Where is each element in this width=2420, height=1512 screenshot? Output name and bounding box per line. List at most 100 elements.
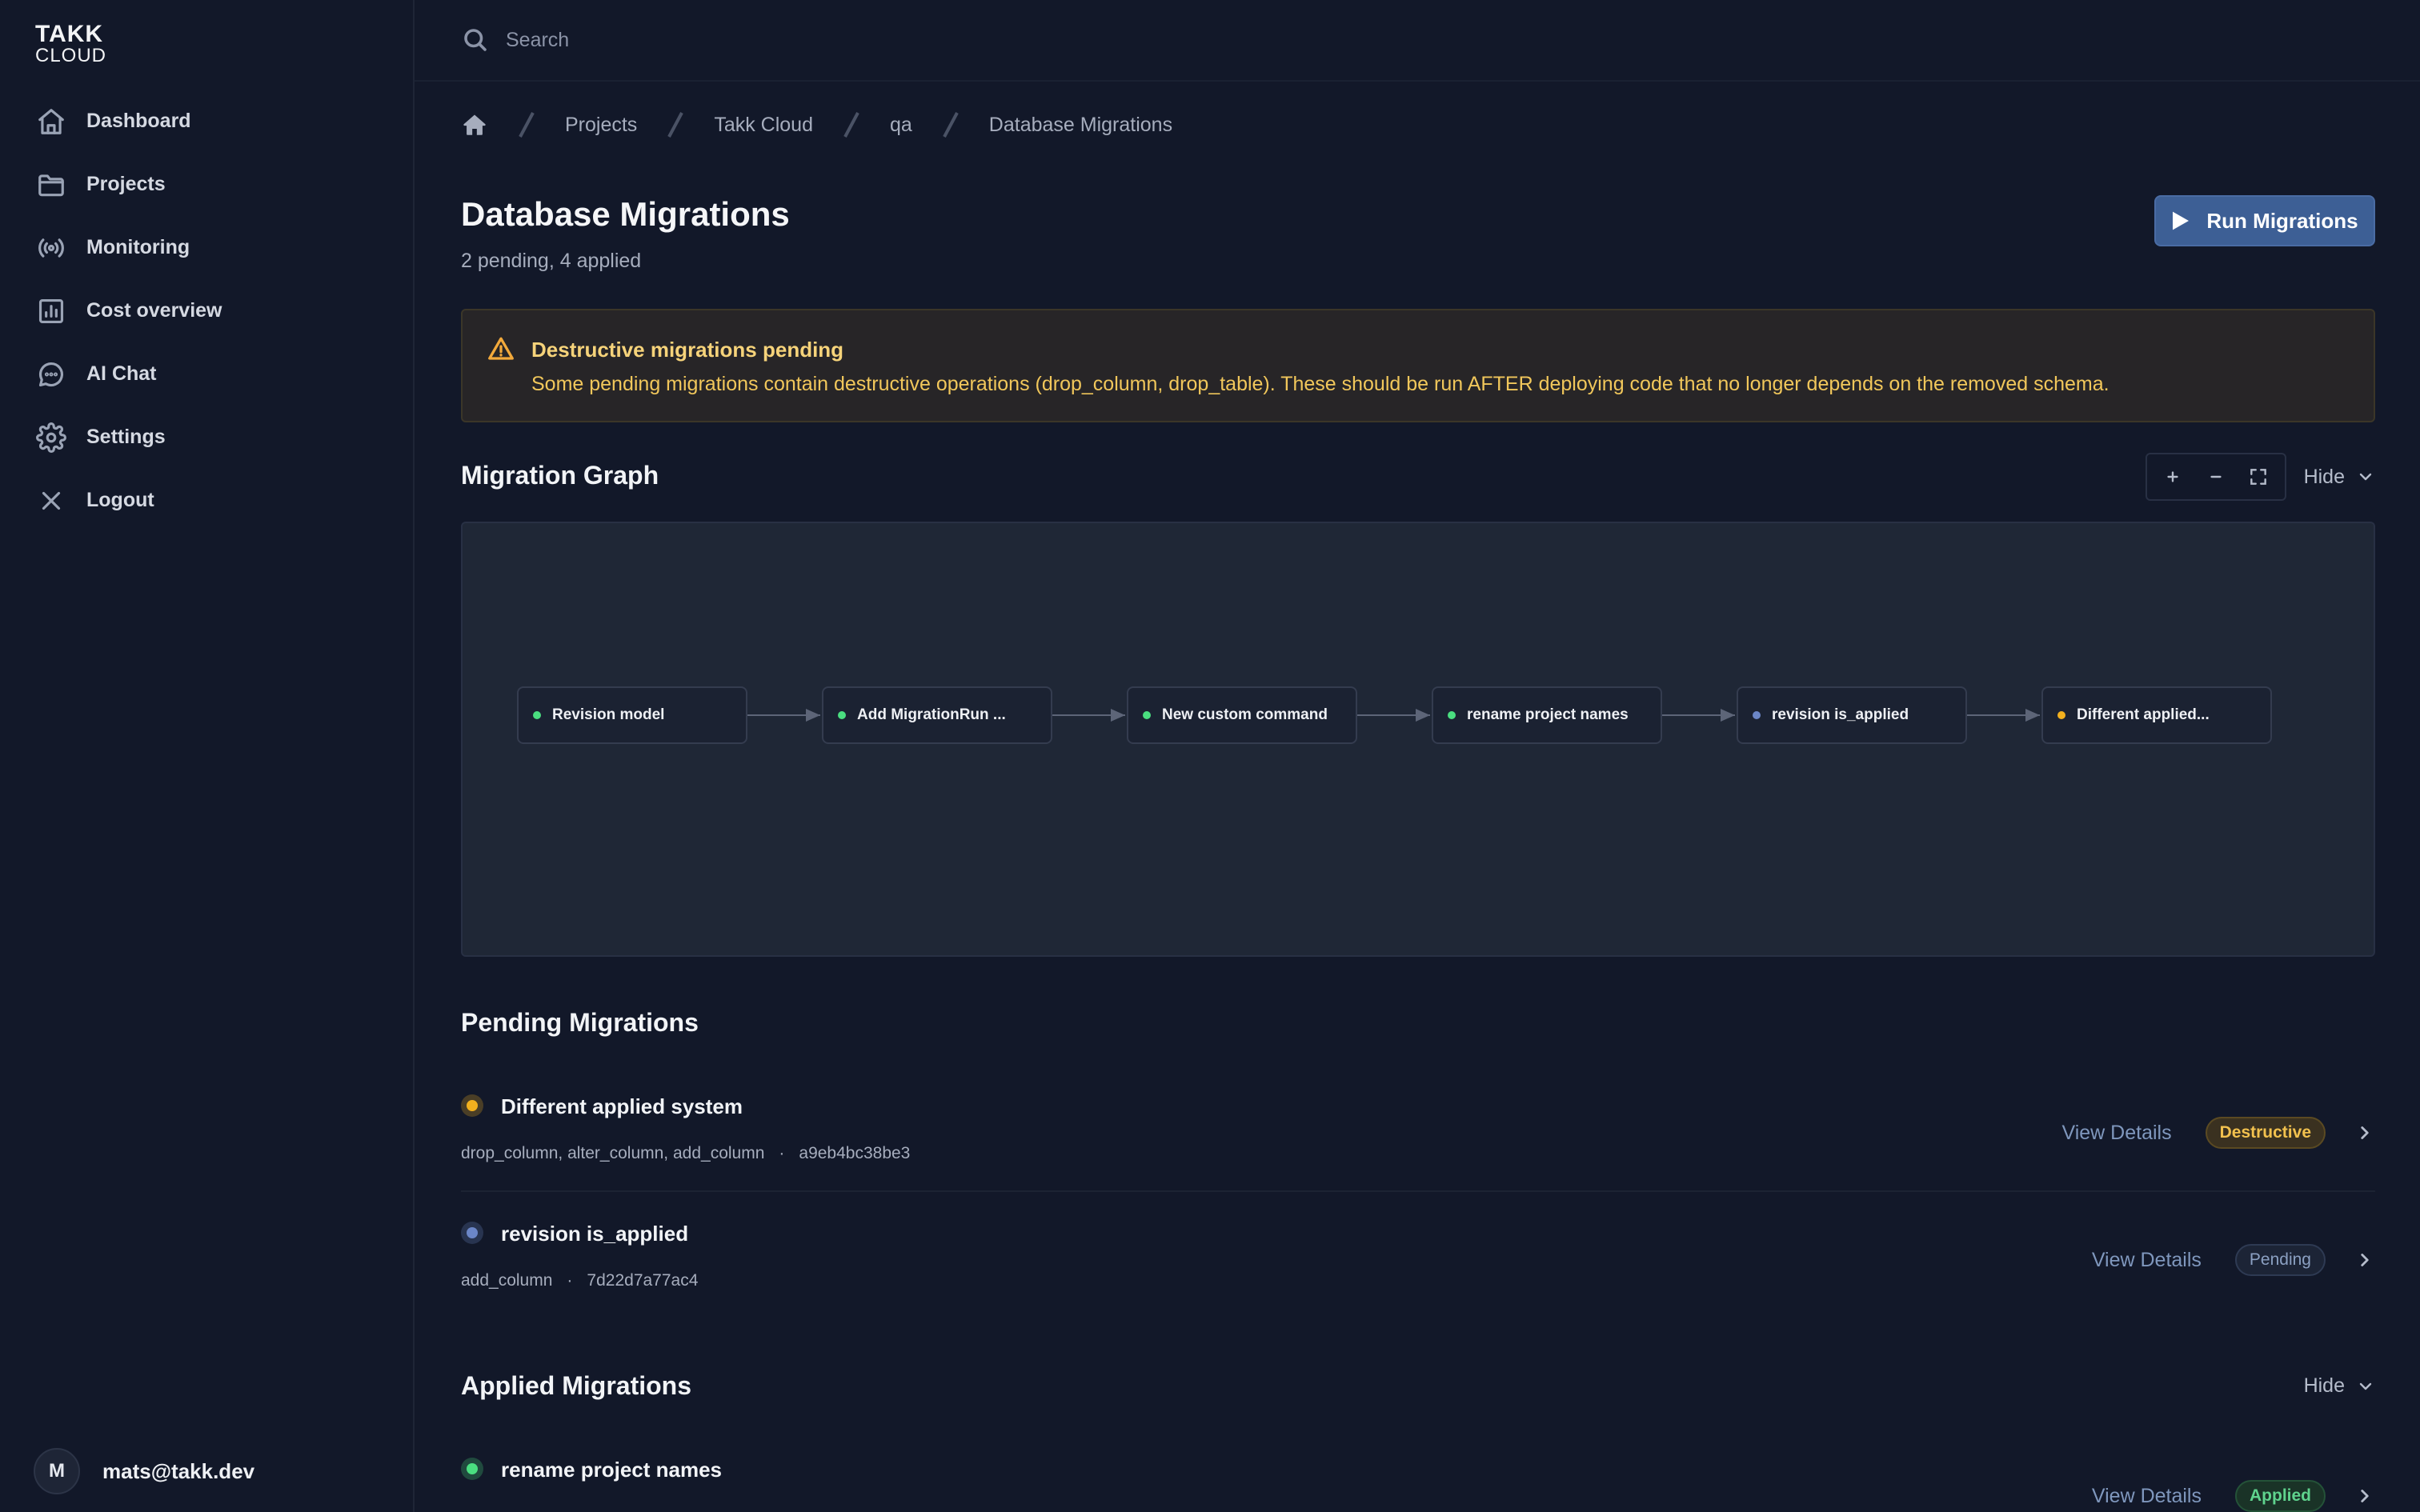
sidebar-item-label: Dashboard [86, 110, 191, 132]
applied-migrations-title: Applied Migrations [461, 1371, 691, 1400]
meta-separator: · [567, 1271, 573, 1290]
view-details-link[interactable]: View Details [2062, 1122, 2172, 1145]
chevron-down-icon [2356, 467, 2375, 486]
chevron-down-icon [2356, 1377, 2375, 1396]
row-actions: View Details Destructive [2062, 1117, 2376, 1149]
migration-operations: drop_column, alter_column, add_column [461, 1144, 765, 1162]
sidebar-item-label: Cost overview [86, 299, 222, 322]
sidebar-item-settings[interactable]: Settings [0, 406, 413, 469]
fullscreen-icon [2250, 469, 2266, 485]
page-title: Database Migrations [461, 195, 790, 233]
applied-hide-toggle[interactable]: Hide [2304, 1374, 2375, 1398]
sidebar-item-label: Monitoring [86, 236, 190, 258]
chat-icon [35, 358, 67, 390]
chevron-right-icon[interactable] [2354, 1250, 2375, 1270]
sidebar-item-label: Logout [86, 489, 154, 511]
sidebar: TAKK CLOUD Dashboard Projects Monitoring… [0, 0, 415, 1512]
run-migrations-button[interactable]: Run Migrations [2154, 195, 2375, 246]
breadcrumb-separator [843, 111, 859, 138]
logo-line-1: TAKK [35, 21, 104, 47]
destructive-status-dot [2057, 711, 2065, 719]
meta-separator: · [779, 1144, 785, 1162]
pending-migrations-title: Pending Migrations [461, 1008, 699, 1037]
list-item[interactable]: rename project names View Details Applie… [461, 1454, 2375, 1512]
graph-node-label: Different applied... [2077, 706, 2210, 723]
graph-controls: Hide [2145, 453, 2375, 501]
view-details-link[interactable]: View Details [2092, 1485, 2202, 1508]
destructive-status-dot [461, 1094, 483, 1117]
breadcrumb-separator [667, 111, 684, 138]
graph-node-label: New custom command [1162, 706, 1328, 723]
sidebar-item-dashboard[interactable]: Dashboard [0, 90, 413, 153]
graph-node[interactable]: revision is_applied [1737, 686, 1967, 744]
chevron-right-icon[interactable] [2354, 1486, 2375, 1506]
graph-node[interactable]: Revision model [517, 686, 747, 744]
sidebar-item-label: AI Chat [86, 362, 157, 385]
graph-node-label: revision is_applied [1772, 706, 1909, 723]
breadcrumb-takk-cloud[interactable]: Takk Cloud [714, 114, 813, 137]
hide-label: Hide [2303, 1374, 2345, 1397]
close-icon [35, 485, 67, 517]
minus-icon [2210, 475, 2222, 478]
applied-status-dot [461, 1458, 483, 1480]
sidebar-item-label: Settings [86, 426, 166, 448]
destructive-warning-banner: Destructive migrations pending Some pend… [461, 309, 2375, 422]
hide-label: Hide [2303, 465, 2345, 488]
zoom-controls [2145, 453, 2286, 501]
sidebar-item-monitoring[interactable]: Monitoring [0, 216, 413, 279]
chevron-right-icon[interactable] [2354, 1122, 2375, 1143]
gear-icon [35, 422, 67, 454]
user-email: mats@takk.dev [102, 1458, 255, 1483]
graph-node[interactable]: rename project names [1432, 686, 1662, 744]
graph-node-label: Revision model [552, 706, 665, 723]
breadcrumb-projects[interactable]: Projects [565, 114, 637, 137]
status-badge: Applied [2235, 1480, 2326, 1512]
user-menu[interactable]: M mats@takk.dev [34, 1448, 254, 1494]
migration-name: revision is_applied [501, 1222, 689, 1246]
migration-meta: add_column · 7d22d7a77ac4 [461, 1271, 698, 1290]
sidebar-item-logout[interactable]: Logout [0, 469, 413, 532]
status-badge: Destructive [2205, 1117, 2326, 1149]
sidebar-item-cost-overview[interactable]: Cost overview [0, 279, 413, 342]
takk-cloud-logo[interactable]: TAKK CLOUD [35, 22, 106, 66]
pending-status-dot [461, 1222, 483, 1244]
migration-graph-title: Migration Graph [461, 461, 659, 490]
list-item[interactable]: revision is_applied add_column · 7d22d7a… [461, 1218, 2375, 1314]
fit-view-button[interactable] [2242, 460, 2275, 494]
migration-operations: add_column [461, 1271, 553, 1290]
sidebar-item-projects[interactable]: Projects [0, 153, 413, 216]
sidebar-item-label: Projects [86, 173, 166, 195]
graph-hide-toggle[interactable]: Hide [2304, 466, 2375, 489]
zoom-out-button[interactable] [2199, 460, 2233, 494]
warning-text: Some pending migrations contain destruct… [531, 373, 2109, 395]
graph-node[interactable]: Add MigrationRun ... [822, 686, 1052, 744]
applied-status-dot [1448, 711, 1456, 719]
row-actions: View Details Pending [2092, 1244, 2375, 1276]
zoom-in-button[interactable] [2156, 460, 2190, 494]
home-icon[interactable] [461, 111, 488, 138]
sidebar-nav: Dashboard Projects Monitoring Cost overv… [0, 90, 413, 532]
search-input[interactable] [506, 21, 1226, 59]
warning-icon [487, 334, 515, 363]
play-icon [2171, 210, 2190, 231]
view-details-link[interactable]: View Details [2092, 1249, 2202, 1272]
applied-status-dot [1143, 711, 1151, 719]
row-actions: View Details Applied [2092, 1480, 2375, 1512]
graph-node[interactable]: New custom command [1127, 686, 1357, 744]
avatar[interactable]: M [34, 1448, 80, 1494]
pending-status-dot [1753, 711, 1761, 719]
breadcrumb-qa[interactable]: qa [890, 114, 912, 137]
page-subtitle: 2 pending, 4 applied [461, 250, 642, 272]
breadcrumb-database-migrations[interactable]: Database Migrations [989, 114, 1172, 137]
list-item[interactable]: Different applied system drop_column, al… [461, 1091, 2375, 1187]
graph-node[interactable]: Different applied... [2041, 686, 2272, 744]
chart-icon [35, 295, 67, 327]
graph-node-label: Add MigrationRun ... [857, 706, 1006, 723]
breadcrumb: Projects Takk Cloud qa Database Migratio… [461, 109, 1172, 141]
plus-icon [2167, 471, 2178, 482]
migration-graph-canvas[interactable]: Revision model Add MigrationRun ... New cu… [461, 522, 2375, 957]
folder-icon [35, 169, 67, 201]
broadcast-icon [35, 232, 67, 264]
sidebar-item-ai-chat[interactable]: AI Chat [0, 342, 413, 406]
run-migrations-label: Run Migrations [2206, 208, 2358, 233]
